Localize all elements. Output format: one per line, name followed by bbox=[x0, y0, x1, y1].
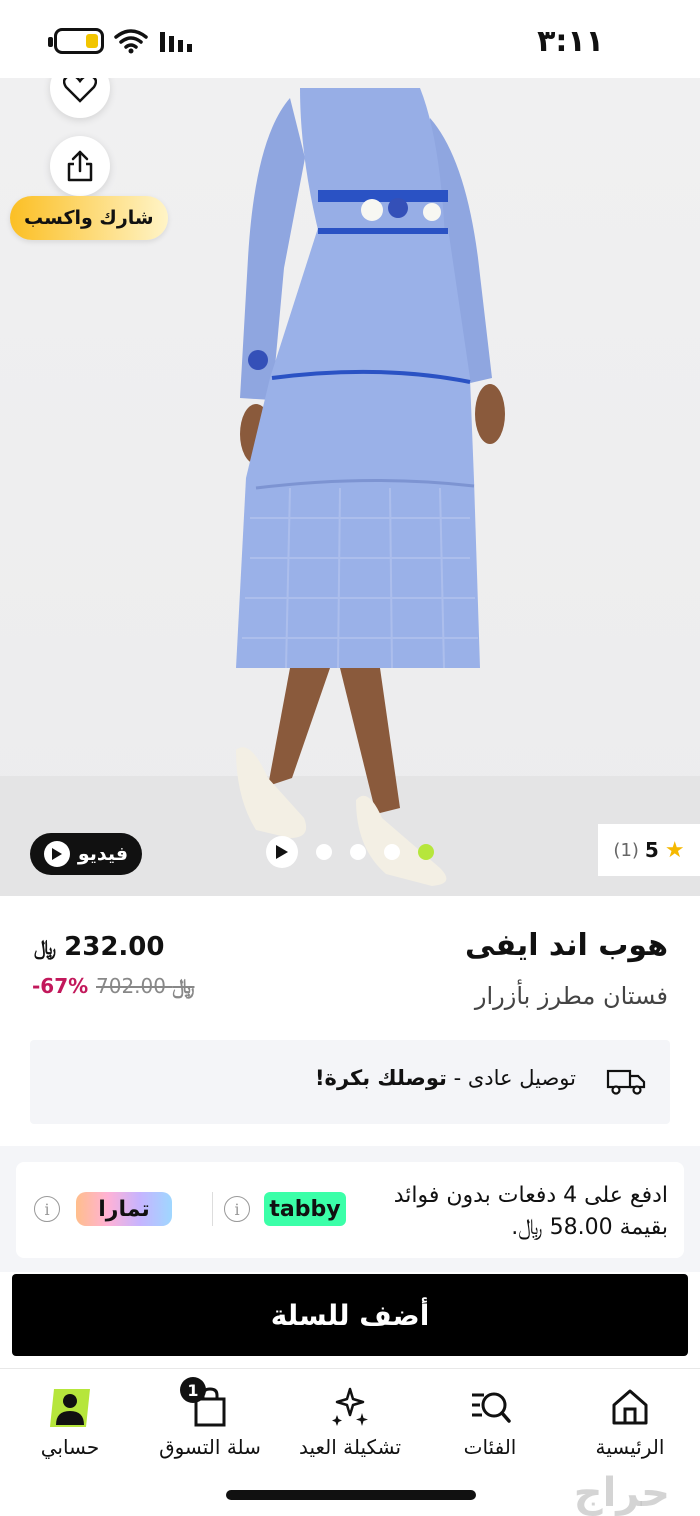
rating-value: 5 bbox=[644, 838, 659, 862]
nav-cart[interactable]: 1 سلة التسوق bbox=[140, 1377, 280, 1463]
gallery-video-play-icon[interactable] bbox=[266, 836, 298, 868]
delivery-highlight: توصلك بكرة! bbox=[314, 1066, 447, 1090]
gallery-dot[interactable] bbox=[350, 844, 366, 860]
installments-text: ادفع على 4 دفعات بدون فوائد بقيمة 58.00 … bbox=[393, 1183, 668, 1240]
nav-home-label: الرئيسية bbox=[595, 1435, 665, 1459]
nav-eid-collection[interactable]: تشكيلة العيد bbox=[280, 1379, 420, 1463]
add-to-cart-button[interactable]: أضف للسلة bbox=[12, 1274, 688, 1356]
nav-categories[interactable]: الفئات bbox=[420, 1379, 560, 1463]
tabby-label: tabby bbox=[269, 1196, 341, 1222]
status-bar: ٣:١١ bbox=[0, 0, 700, 78]
installments-card: ادفع على 4 دفعات بدون فوائد بقيمة 58.00 … bbox=[16, 1162, 684, 1258]
price-value: 232.00 bbox=[64, 932, 165, 962]
tamara-info-icon[interactable]: i bbox=[34, 1196, 60, 1222]
original-price: ﷼ 702.00 bbox=[96, 974, 196, 998]
truck-icon bbox=[606, 1069, 646, 1095]
nav-home[interactable]: الرئيسية bbox=[560, 1379, 700, 1463]
delivery-info: توصيل عادى - توصلك بكرة! bbox=[30, 1040, 670, 1124]
original-price-value: 702.00 bbox=[96, 974, 166, 998]
cellular-signal-icon bbox=[160, 32, 192, 52]
tabby-info-icon[interactable]: i bbox=[224, 1196, 250, 1222]
account-icon bbox=[50, 1389, 90, 1427]
gallery-dot[interactable] bbox=[316, 844, 332, 860]
nav-eid-label: تشكيلة العيد bbox=[298, 1435, 402, 1459]
home-icon bbox=[612, 1389, 648, 1425]
categories-search-icon bbox=[472, 1392, 511, 1423]
tabby-logo[interactable]: tabby bbox=[264, 1192, 346, 1226]
cart-count-badge: 1 bbox=[180, 1377, 206, 1403]
discount-badge: -67% bbox=[32, 974, 89, 998]
share-icon bbox=[67, 150, 93, 182]
nav-account[interactable]: حسابي bbox=[0, 1379, 140, 1463]
riyal-icon: ﷼ bbox=[34, 935, 58, 959]
watermark: حراج bbox=[573, 1470, 670, 1516]
riyal-icon: ﷼ bbox=[172, 974, 196, 998]
heart-icon bbox=[63, 78, 97, 103]
sparkles-icon bbox=[332, 1387, 368, 1426]
tamara-label: تمارا bbox=[98, 1196, 150, 1222]
rating-chip[interactable]: (1) 5 ★ bbox=[598, 824, 700, 876]
play-icon bbox=[43, 841, 70, 867]
tamara-logo[interactable]: تمارا bbox=[76, 1192, 172, 1226]
status-time: ٣:١١ bbox=[537, 24, 604, 59]
nav-account-label: حسابي bbox=[40, 1435, 100, 1459]
star-icon: ★ bbox=[664, 837, 685, 863]
product-image-gallery[interactable]: شارك واكسب فيديو (1) 5 ★ bbox=[0, 78, 700, 896]
rating-count: (1) bbox=[613, 839, 639, 861]
nav-cart-label: سلة التسوق bbox=[159, 1435, 261, 1459]
current-price: ﷼ 232.00 bbox=[34, 932, 164, 962]
product-page: ٣:١١ شارك واكسب فيديو (1) 5 ★ هوب اند اي… bbox=[0, 0, 700, 1516]
gallery-dot-active[interactable] bbox=[418, 844, 434, 860]
home-indicator[interactable] bbox=[226, 1490, 476, 1500]
product-title: فستان مطرز بأزرار bbox=[474, 982, 668, 1010]
delivery-standard: توصيل عادى - bbox=[453, 1066, 576, 1090]
video-label: فيديو bbox=[77, 843, 129, 865]
share-and-earn-badge[interactable]: شارك واكسب bbox=[10, 196, 168, 240]
nav-categories-label: الفئات bbox=[463, 1435, 517, 1459]
video-button[interactable]: فيديو bbox=[30, 833, 142, 875]
delivery-text: توصيل عادى - توصلك بكرة! bbox=[315, 1066, 576, 1090]
share-button[interactable] bbox=[50, 136, 110, 196]
wifi-icon bbox=[114, 29, 148, 54]
product-info: هوب اند ايفى فستان مطرز بأزرار ﷼ 232.00 … bbox=[0, 896, 700, 1026]
brand-name[interactable]: هوب اند ايفى bbox=[465, 928, 668, 963]
gallery-dot[interactable] bbox=[384, 844, 400, 860]
gallery-pagination bbox=[266, 836, 434, 868]
battery-icon bbox=[48, 28, 104, 54]
